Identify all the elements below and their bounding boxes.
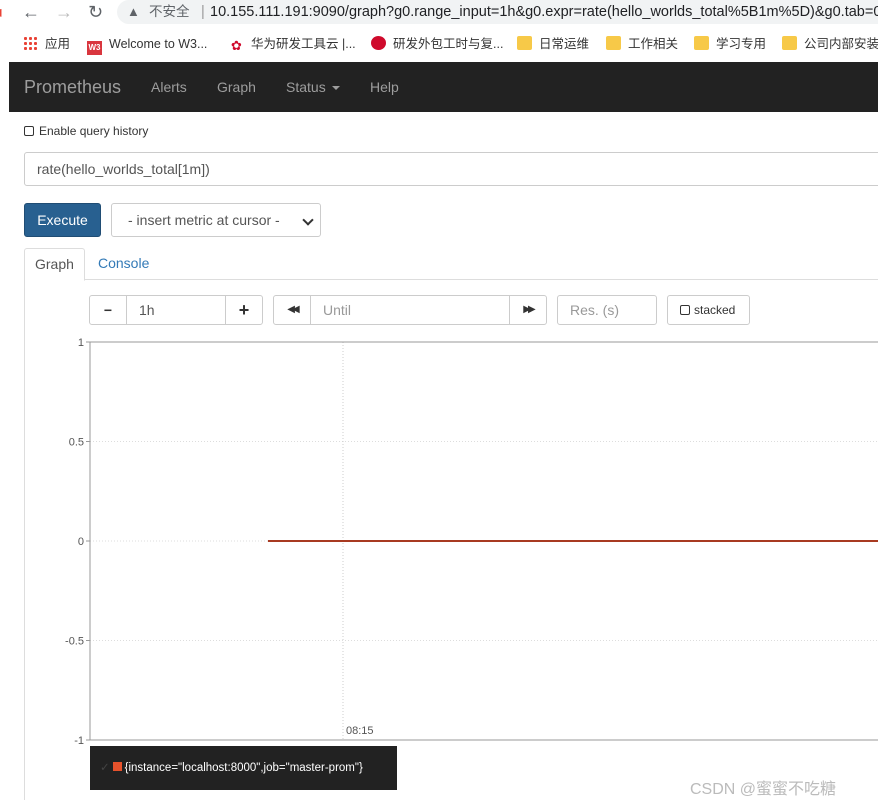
y-tick-label: 0 — [78, 536, 84, 548]
url-text[interactable]: 10.155.111.191:9090/graph?g0.range_input… — [210, 0, 878, 24]
bookmark-w3[interactable]: W3 Welcome to W3... — [87, 35, 208, 55]
bookmark-folder-internal[interactable]: 公司内部安装 — [782, 35, 878, 53]
bookmark-outsourcing[interactable]: 研发外包工时与复... — [371, 35, 503, 53]
brand-link[interactable]: Prometheus — [24, 62, 121, 112]
tab-bar: Graph Console — [24, 248, 878, 281]
bookmark-huawei[interactable]: ✿ 华为研发工具云 |... — [229, 35, 356, 53]
chevron-down-icon — [302, 214, 314, 226]
nav-status-label: Status — [286, 79, 326, 95]
range-input[interactable]: 1h — [126, 295, 226, 325]
query-history-label: Enable query history — [39, 124, 149, 138]
browser-toolbar: ◖ ← → ↻ ▲ 不安全 | 10.155.111.191:9090/grap… — [0, 0, 878, 26]
tab-console[interactable]: Console — [88, 248, 159, 280]
apps-icon — [23, 36, 38, 50]
folder-icon — [517, 36, 532, 50]
resolution-input[interactable]: Res. (s) — [557, 295, 657, 325]
y-tick-label: -1 — [74, 735, 84, 745]
folder-icon — [606, 36, 621, 50]
bookmark-folder-work[interactable]: 工作相关 — [606, 35, 678, 53]
bookmark-folder-study[interactable]: 学习专用 — [694, 35, 766, 53]
bookmark-label: 应用 — [45, 37, 71, 51]
bookmark-label: 研发外包工时与复... — [393, 37, 504, 51]
legend-check-icon[interactable]: ✓ — [100, 762, 110, 774]
bookmark-label: 工作相关 — [628, 37, 679, 51]
bookmark-label: 学习专用 — [716, 37, 767, 51]
folder-icon — [782, 36, 797, 50]
range-decrease-button[interactable]: − — [89, 295, 127, 325]
time-forward-button[interactable]: ▶▶ — [509, 295, 547, 325]
bookmarks-bar: 应用 W3 Welcome to W3... ✿ 华为研发工具云 |... 研发外包… — [0, 30, 878, 58]
checkbox-icon[interactable] — [24, 126, 34, 136]
nav-graph[interactable]: Graph — [217, 62, 256, 112]
stacked-label: stacked — [694, 303, 736, 317]
nav-status[interactable]: Status — [286, 62, 340, 112]
metric-select-value: - insert metric at cursor - — [128, 212, 280, 228]
checkbox-icon[interactable] — [680, 305, 690, 315]
metric-select[interactable]: - insert metric at cursor - — [111, 203, 321, 237]
warning-icon: ▲ — [127, 4, 140, 19]
y-tick-label: -0.5 — [65, 636, 84, 648]
query-history-toggle[interactable]: Enable query history — [24, 125, 148, 137]
address-bar[interactable]: ▲ 不安全 | 10.155.111.191:9090/graph?g0.ran… — [117, 0, 878, 24]
watermark: CSDN @蜜蜜不吃糖 — [690, 781, 837, 798]
x-tick-label: 08:15 — [346, 725, 374, 737]
nav-alerts[interactable]: Alerts — [151, 62, 187, 112]
back-icon[interactable]: ← — [22, 1, 40, 23]
graph-legend: ✓ {instance="localhost:8000",job="master-… — [90, 746, 397, 790]
caret-down-icon — [331, 86, 340, 91]
bookmark-label: Welcome to W3... — [109, 37, 208, 51]
huawei-icon: ✿ — [231, 38, 242, 53]
bookmark-label: 日常运维 — [539, 37, 590, 51]
until-input[interactable]: Until — [310, 295, 510, 325]
insecure-label: 不安全 — [149, 4, 190, 19]
red-logo-icon — [371, 36, 386, 50]
reload-indicator-icon: ◖ — [0, 1, 5, 23]
prometheus-navbar: Prometheus Alerts Graph Status Help — [9, 62, 878, 112]
graph-chart[interactable]: 1 0.5 0 -0.5 -1 08:15 — [0, 330, 878, 745]
legend-series-label[interactable]: {instance="localhost:8000",job="master-p… — [125, 762, 363, 774]
bookmark-label: 华为研发工具云 |... — [251, 37, 356, 51]
bookmark-apps[interactable]: 应用 — [23, 35, 70, 53]
y-tick-label: 1 — [78, 337, 84, 349]
y-tick-label: 0.5 — [69, 437, 84, 449]
nav-help[interactable]: Help — [370, 62, 399, 112]
expression-input[interactable]: rate(hello_worlds_total[1m]) — [24, 152, 878, 186]
bookmark-label: 公司内部安装 — [804, 37, 878, 51]
stacked-toggle[interactable]: stacked — [667, 295, 750, 325]
w3-icon: W3 — [87, 41, 102, 55]
url-separator: | — [201, 4, 205, 20]
legend-swatch — [112, 762, 122, 771]
range-increase-button[interactable]: + — [225, 295, 263, 325]
bookmark-folder-ops[interactable]: 日常运维 — [517, 35, 589, 53]
tab-graph[interactable]: Graph — [24, 248, 85, 281]
execute-button[interactable]: Execute — [24, 203, 101, 237]
forward-icon[interactable]: → — [55, 1, 73, 23]
folder-icon — [694, 36, 709, 50]
time-back-button[interactable]: ◀◀ — [273, 295, 311, 325]
reload-icon[interactable]: ↻ — [88, 1, 103, 23]
